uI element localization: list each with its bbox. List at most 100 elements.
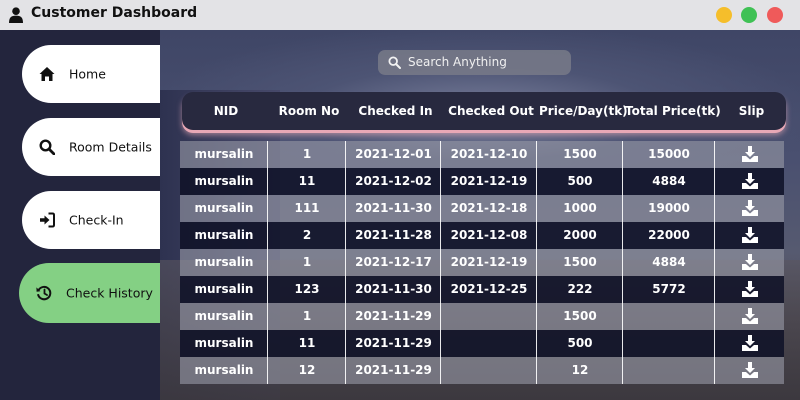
sidebar-item-check-history[interactable]: Check History — [19, 263, 160, 323]
table-row[interactable]: mursalin 11 2021-12-02 2021-12-19 500 4884 — [180, 168, 784, 195]
sidebar-item-check-in[interactable]: Check-In — [22, 191, 160, 249]
column-divider — [345, 141, 346, 384]
column-header-checked-in[interactable]: Checked In — [348, 92, 443, 130]
cell-room-no: 12 — [298, 363, 316, 377]
cell-total-price: 5772 — [652, 282, 686, 296]
download-icon[interactable] — [741, 253, 759, 271]
table-row[interactable]: mursalin 1 2021-12-17 2021-12-19 1500 4884 — [180, 249, 784, 276]
sign-in-icon — [40, 212, 55, 228]
cell-price-day: 222 — [567, 282, 593, 296]
download-icon[interactable] — [741, 199, 759, 217]
cell-price-day: 1500 — [563, 255, 597, 269]
table-row[interactable]: mursalin 11 2021-11-29 500 — [180, 330, 784, 357]
cell-nid: mursalin — [194, 147, 254, 161]
search-input[interactable]: Search Anything — [378, 50, 571, 75]
table-row[interactable]: mursalin 2 2021-11-28 2021-12-08 2000 22000 — [180, 222, 784, 249]
cell-price-day: 1500 — [563, 309, 597, 323]
column-divider — [440, 141, 441, 384]
cell-price-day: 12 — [571, 363, 589, 377]
cell-price-day: 500 — [567, 336, 593, 350]
download-icon[interactable] — [741, 334, 759, 352]
column-header-room-no[interactable]: Room No — [270, 92, 348, 130]
main-content: Search Anything NID Room No Checked In C… — [160, 30, 800, 400]
cell-checked-in: 2021-11-29 — [355, 336, 432, 350]
sidebar-item-label: Room Details — [69, 139, 152, 155]
cell-checked-out — [441, 330, 537, 357]
title-bar: Customer Dashboard — [0, 0, 800, 30]
table-row[interactable]: mursalin 123 2021-11-30 2021-12-25 222 5772 — [180, 276, 784, 303]
minimize-button[interactable] — [716, 7, 732, 23]
cell-total-price — [623, 357, 715, 384]
user-icon — [9, 7, 23, 23]
cell-nid: mursalin — [194, 282, 254, 296]
cell-checked-out: 2021-12-19 — [450, 255, 528, 269]
cell-checked-in: 2021-11-30 — [355, 282, 432, 296]
column-header-total-price[interactable]: Total Price(tk) — [625, 92, 721, 130]
cell-total-price: 4884 — [652, 174, 686, 188]
cell-checked-in: 2021-12-17 — [355, 255, 432, 269]
history-icon — [36, 285, 52, 301]
cell-checked-in: 2021-11-30 — [355, 201, 432, 215]
column-header-slip[interactable]: Slip — [717, 92, 786, 130]
column-header-checked-out[interactable]: Checked Out — [443, 92, 539, 130]
table-row[interactable]: mursalin 12 2021-11-29 12 — [180, 357, 784, 384]
column-divider — [714, 141, 715, 384]
cell-price-day: 500 — [567, 174, 593, 188]
column-divider — [536, 141, 537, 384]
sidebar-item-label: Home — [69, 66, 106, 82]
sidebar-item-label: Check-In — [69, 212, 124, 228]
cell-room-no: 11 — [298, 174, 316, 188]
sidebar-item-room-details[interactable]: Room Details — [22, 118, 160, 176]
cell-checked-in: 2021-11-28 — [355, 228, 432, 242]
cell-checked-out — [441, 303, 537, 330]
download-icon[interactable] — [741, 172, 759, 190]
download-icon[interactable] — [741, 361, 759, 379]
table-row[interactable]: mursalin 1 2021-11-29 1500 — [180, 303, 784, 330]
cell-price-day: 2000 — [563, 228, 597, 242]
sidebar-item-label: Check History — [66, 285, 153, 301]
cell-total-price: 19000 — [648, 201, 690, 215]
window-title: Customer Dashboard — [31, 5, 198, 21]
column-header-nid[interactable]: NID — [182, 92, 270, 130]
cell-nid: mursalin — [194, 255, 254, 269]
cell-room-no: 1 — [302, 255, 312, 269]
cell-checked-out: 2021-12-19 — [450, 174, 528, 188]
cell-total-price — [623, 303, 715, 330]
cell-price-day: 1500 — [563, 147, 597, 161]
cell-nid: mursalin — [194, 363, 254, 377]
maximize-button[interactable] — [741, 7, 757, 23]
cell-total-price — [623, 330, 715, 357]
cell-checked-out: 2021-12-25 — [450, 282, 528, 296]
cell-checked-out: 2021-12-10 — [450, 147, 528, 161]
table-row[interactable]: mursalin 111 2021-11-30 2021-12-18 1000 19000 — [180, 195, 784, 222]
cell-room-no: 1 — [302, 147, 312, 161]
download-icon[interactable] — [741, 280, 759, 298]
table-row[interactable]: mursalin 1 2021-12-01 2021-12-10 1500 15000 — [180, 141, 784, 168]
cell-nid: mursalin — [194, 174, 254, 188]
search-icon — [388, 56, 401, 69]
cell-checked-in: 2021-11-29 — [355, 363, 432, 377]
column-header-price-day[interactable]: Price/Day(tk) — [539, 92, 628, 130]
cell-total-price: 4884 — [652, 255, 686, 269]
close-button[interactable] — [767, 7, 783, 23]
cell-checked-in: 2021-11-29 — [355, 309, 432, 323]
cell-room-no: 1 — [302, 309, 312, 323]
cell-nid: mursalin — [194, 228, 254, 242]
cell-checked-out: 2021-12-18 — [450, 201, 528, 215]
cell-nid: mursalin — [194, 336, 254, 350]
sidebar-item-home[interactable]: Home — [22, 45, 160, 103]
download-icon[interactable] — [741, 307, 759, 325]
cell-room-no: 123 — [294, 282, 320, 296]
cell-total-price: 15000 — [648, 147, 690, 161]
download-icon[interactable] — [741, 226, 759, 244]
cell-checked-out — [441, 357, 537, 384]
search-icon — [39, 139, 55, 155]
cell-nid: mursalin — [194, 201, 254, 215]
cell-room-no: 11 — [298, 336, 316, 350]
cell-price-day: 1000 — [563, 201, 597, 215]
cell-nid: mursalin — [194, 309, 254, 323]
table-header: NID Room No Checked In Checked Out Price… — [182, 92, 786, 130]
search-placeholder: Search Anything — [408, 55, 507, 69]
download-icon[interactable] — [741, 145, 759, 163]
cell-checked-in: 2021-12-01 — [355, 147, 432, 161]
